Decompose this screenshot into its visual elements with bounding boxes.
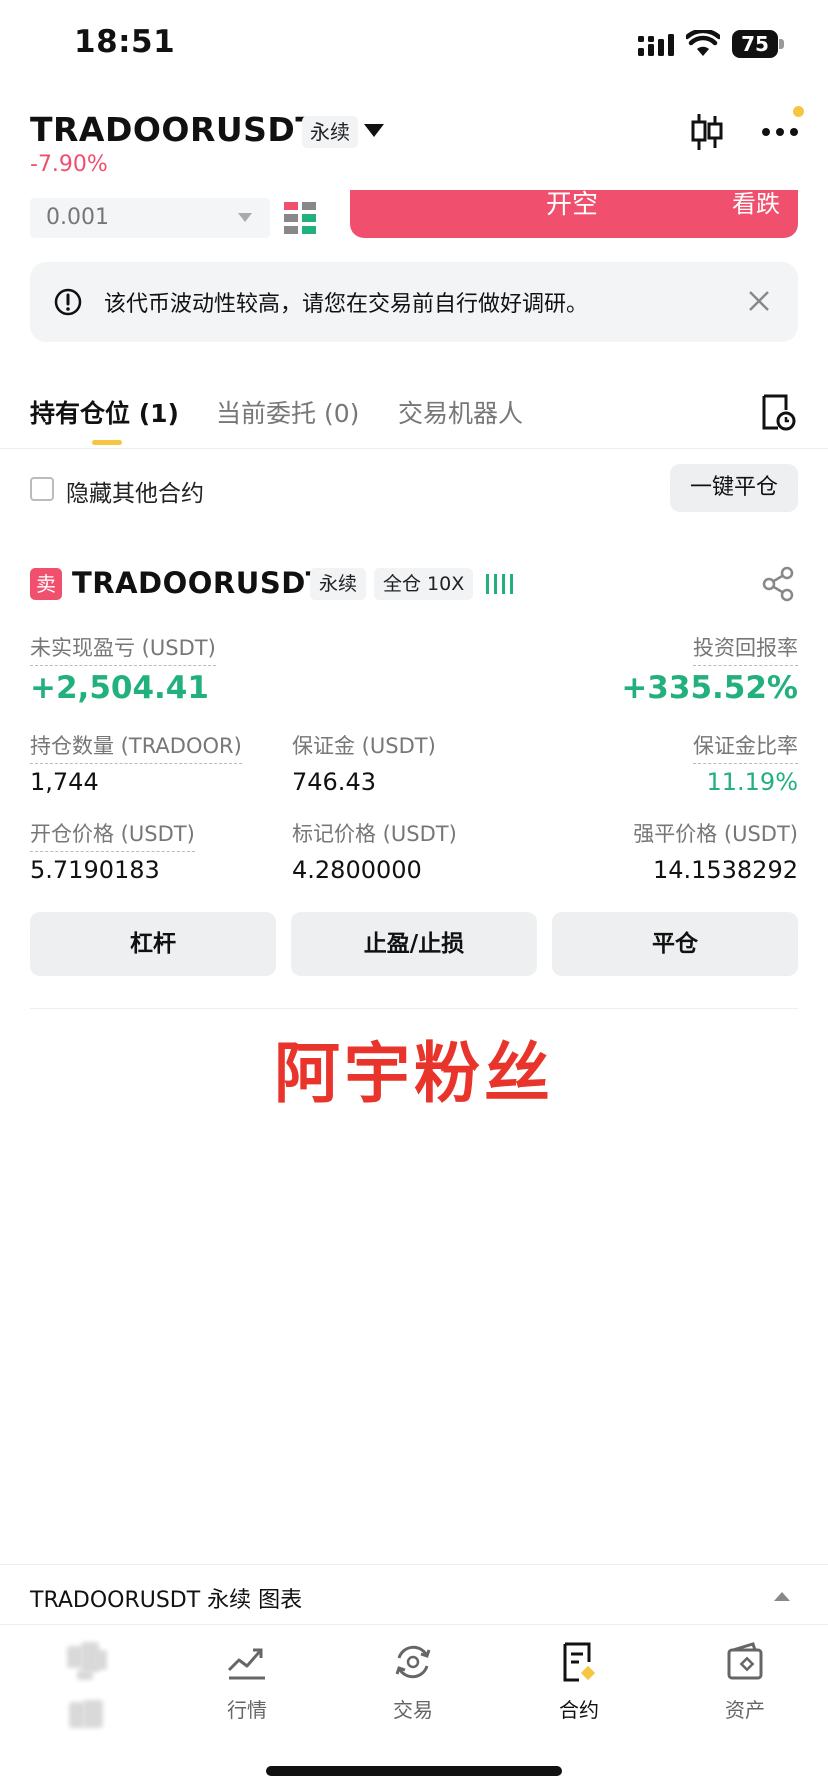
- unrealized-pnl-label: 未实现盈亏 (USDT): [30, 632, 216, 666]
- blurred-logo-icon: [59, 1640, 115, 1734]
- price-change-pct: -7.90%: [30, 152, 108, 177]
- battery-icon: 75: [732, 30, 784, 58]
- tab-open-orders[interactable]: 当前委托 (0): [216, 394, 359, 430]
- position-qty-label: 持仓数量 (TRADOOR): [30, 730, 242, 764]
- nav-assets-label: 资产: [725, 1698, 765, 1722]
- close-icon[interactable]: [746, 288, 772, 314]
- chart-bar-title[interactable]: TRADOORUSDT 永续 图表: [30, 1582, 302, 1614]
- nav-contract[interactable]: 合约: [524, 1640, 634, 1723]
- mark-price-label: 标记价格 (USDT): [292, 822, 457, 846]
- nav-contract-label: 合约: [559, 1698, 599, 1722]
- more-options-icon[interactable]: [758, 112, 802, 152]
- warning-info-icon: [54, 288, 82, 316]
- roe-label: 投资回报率: [693, 632, 798, 666]
- nav-trade-label: 交易: [393, 1698, 433, 1722]
- watermark-text: 阿宇粉丝: [274, 1035, 554, 1112]
- divider: [30, 1008, 798, 1009]
- close-position-button[interactable]: 平仓: [552, 912, 798, 976]
- hide-other-contracts-label[interactable]: 隐藏其他合约: [66, 474, 204, 508]
- cellular-signal-icon: [638, 34, 674, 56]
- entry-price-label: 开仓价格 (USDT): [30, 818, 195, 852]
- status-time: 18:51: [74, 24, 176, 60]
- order-book-layout-icon[interactable]: [284, 202, 316, 234]
- pair-dropdown-icon[interactable]: [364, 124, 384, 137]
- contract-document-icon: [563, 1642, 596, 1682]
- candlestick-chart-icon[interactable]: [690, 112, 724, 152]
- sell-side-badge: 卖: [30, 568, 62, 600]
- close-all-button[interactable]: 一键平仓: [670, 464, 798, 512]
- roe-value: +335.52%: [621, 670, 798, 706]
- margin-ratio-label: 保证金比率: [693, 730, 798, 764]
- leverage-button[interactable]: 杠杆: [30, 912, 276, 976]
- position-qty-value: 1,744: [30, 768, 99, 796]
- wifi-icon: [686, 30, 720, 56]
- chevron-down-icon[interactable]: [238, 213, 252, 222]
- open-short-label: 开空: [546, 190, 599, 220]
- tab-positions[interactable]: 持有仓位 (1): [30, 394, 179, 430]
- divider: [0, 1624, 828, 1625]
- adl-indicator-icon: [486, 574, 513, 594]
- notification-dot: [793, 106, 804, 117]
- margin-ratio-value: 11.19%: [706, 768, 798, 796]
- home-indicator[interactable]: [266, 1766, 562, 1776]
- open-short-button[interactable]: 开空 看跌: [350, 190, 798, 238]
- liquidation-price-value: 14.1538292: [652, 856, 798, 884]
- nav-assets[interactable]: 资产: [690, 1640, 800, 1723]
- wallet-icon: [727, 1642, 763, 1680]
- nav-market-label: 行情: [227, 1698, 267, 1722]
- tp-sl-button[interactable]: 止盈/止损: [291, 912, 537, 976]
- liquidation-price-label: 强平价格 (USDT): [633, 822, 798, 846]
- bearish-label: 看跌: [732, 190, 780, 218]
- warning-text: 该代币波动性较高，请您在交易前自行做好调研。: [104, 292, 589, 317]
- unrealized-pnl-value: +2,504.41: [30, 670, 209, 706]
- trade-exchange-icon: [395, 1645, 431, 1679]
- hide-other-contracts-checkbox[interactable]: [30, 477, 54, 501]
- position-type-badge: 永续: [310, 568, 367, 600]
- margin-value: 746.43: [292, 768, 376, 796]
- contract-type-badge: 永续: [302, 116, 358, 148]
- active-tab-indicator: [92, 440, 122, 445]
- mark-price-value: 4.2800000: [292, 856, 422, 884]
- margin-label: 保证金 (USDT): [292, 734, 436, 758]
- nav-home[interactable]: [32, 1640, 142, 1734]
- margin-mode-badge: 全仓 10X: [374, 568, 474, 600]
- position-symbol[interactable]: TRADOORUSDT: [72, 566, 326, 600]
- share-icon[interactable]: [760, 566, 796, 602]
- pair-title[interactable]: TRADOORUSDT: [30, 110, 318, 149]
- nav-trade[interactable]: 交易: [358, 1640, 468, 1723]
- divider: [0, 448, 828, 449]
- quantity-select[interactable]: 0.001: [30, 198, 270, 238]
- volatility-warning-banner: 该代币波动性较高，请您在交易前自行做好调研。: [30, 262, 798, 342]
- entry-price-value: 5.7190183: [30, 856, 160, 884]
- market-trend-icon: [227, 1648, 265, 1680]
- history-icon[interactable]: [760, 392, 796, 432]
- tab-trading-bots[interactable]: 交易机器人: [398, 394, 523, 430]
- chevron-up-icon[interactable]: [774, 1592, 790, 1601]
- divider: [0, 1564, 828, 1565]
- nav-market[interactable]: 行情: [192, 1640, 302, 1723]
- battery-level: 75: [732, 30, 778, 58]
